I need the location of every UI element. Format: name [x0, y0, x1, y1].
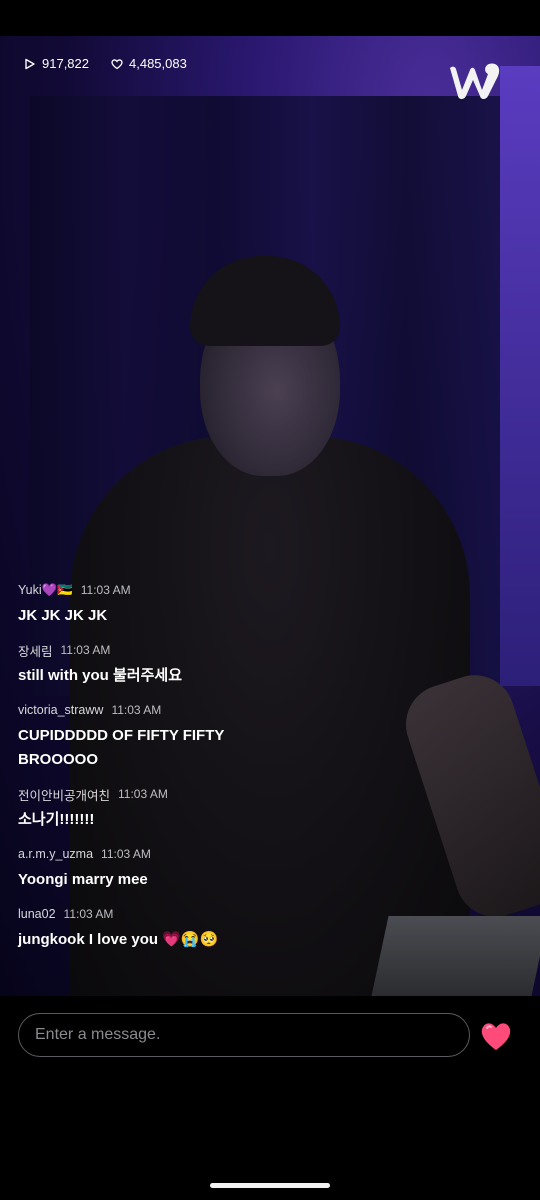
chat-message: victoria_straww 11:03 AM CUPIDDDDD OF FI…	[18, 702, 478, 772]
chat-username[interactable]: 장세림	[18, 641, 53, 660]
chat-timestamp: 11:03 AM	[80, 583, 131, 597]
chat-message: Yuki💜🇲🇿 11:03 AM JK JK JK JK	[18, 582, 478, 628]
chat-text: JK JK JK JK	[18, 607, 108, 624]
play-icon	[25, 58, 35, 69]
chat-text: jungkook I love you 💗😭🥺	[18, 928, 478, 952]
chat-username[interactable]: luna02	[18, 907, 56, 921]
chat-timestamp: 11:03 AM	[118, 787, 168, 801]
chat-timestamp: 11:03 AM	[60, 643, 111, 657]
chat-message: 장세림 11:03 AM still with you 불러주세요	[18, 642, 478, 688]
live-stats: 917,822 4,485,083	[24, 56, 187, 71]
chat-text: 소나기!!!!!!!	[18, 811, 95, 828]
home-indicator[interactable]	[210, 1183, 330, 1188]
chat-text: CUPIDDDDD OF FIFTY FIFTY BROOOOO	[18, 724, 478, 772]
view-count: 917,822	[42, 56, 89, 71]
chat-message: 전이안비공개여친 11:03 AM 소나기!!!!!!!	[18, 786, 478, 832]
chat-timestamp: 11:03 AM	[111, 703, 162, 717]
chat-text-line: BROOOOO	[18, 751, 99, 768]
chat-text-content: jungkook I love you	[18, 931, 159, 948]
chat-timestamp: 11:03 AM	[101, 847, 151, 861]
chat-message: a.r.m.y_uzma 11:03 AM Yoongi marry mee	[18, 846, 478, 892]
purple-light	[500, 66, 540, 686]
heart-outline-icon	[111, 58, 123, 69]
chat-message: luna02 11:03 AM jungkook I love you 💗😭🥺	[18, 906, 478, 952]
chat-list: Yuki💜🇲🇿 11:03 AM JK JK JK JK 장세림 11:03 A…	[18, 582, 478, 966]
chat-text: Yoongi marry mee	[18, 871, 148, 888]
chat-username[interactable]: a.r.m.y_uzma	[18, 847, 93, 861]
chat-username[interactable]: 전이안비공개여친	[18, 785, 110, 804]
message-input-container	[18, 1013, 470, 1057]
message-input[interactable]	[19, 1014, 469, 1056]
chat-text: still with you 불러주세요	[18, 667, 183, 684]
chat-username[interactable]: Yuki💜🇲🇿	[18, 583, 73, 598]
weverse-logo	[450, 63, 500, 99]
emoji-group: 💗😭🥺	[162, 931, 219, 948]
chat-username[interactable]: victoria_straww	[18, 703, 103, 717]
heart-filled-icon[interactable]	[478, 1018, 514, 1054]
chat-text-line: CUPIDDDDD OF FIFTY FIFTY	[18, 727, 225, 744]
chat-timestamp: 11:03 AM	[63, 907, 114, 921]
status-bar-area	[0, 0, 540, 36]
like-count: 4,485,083	[129, 56, 187, 71]
